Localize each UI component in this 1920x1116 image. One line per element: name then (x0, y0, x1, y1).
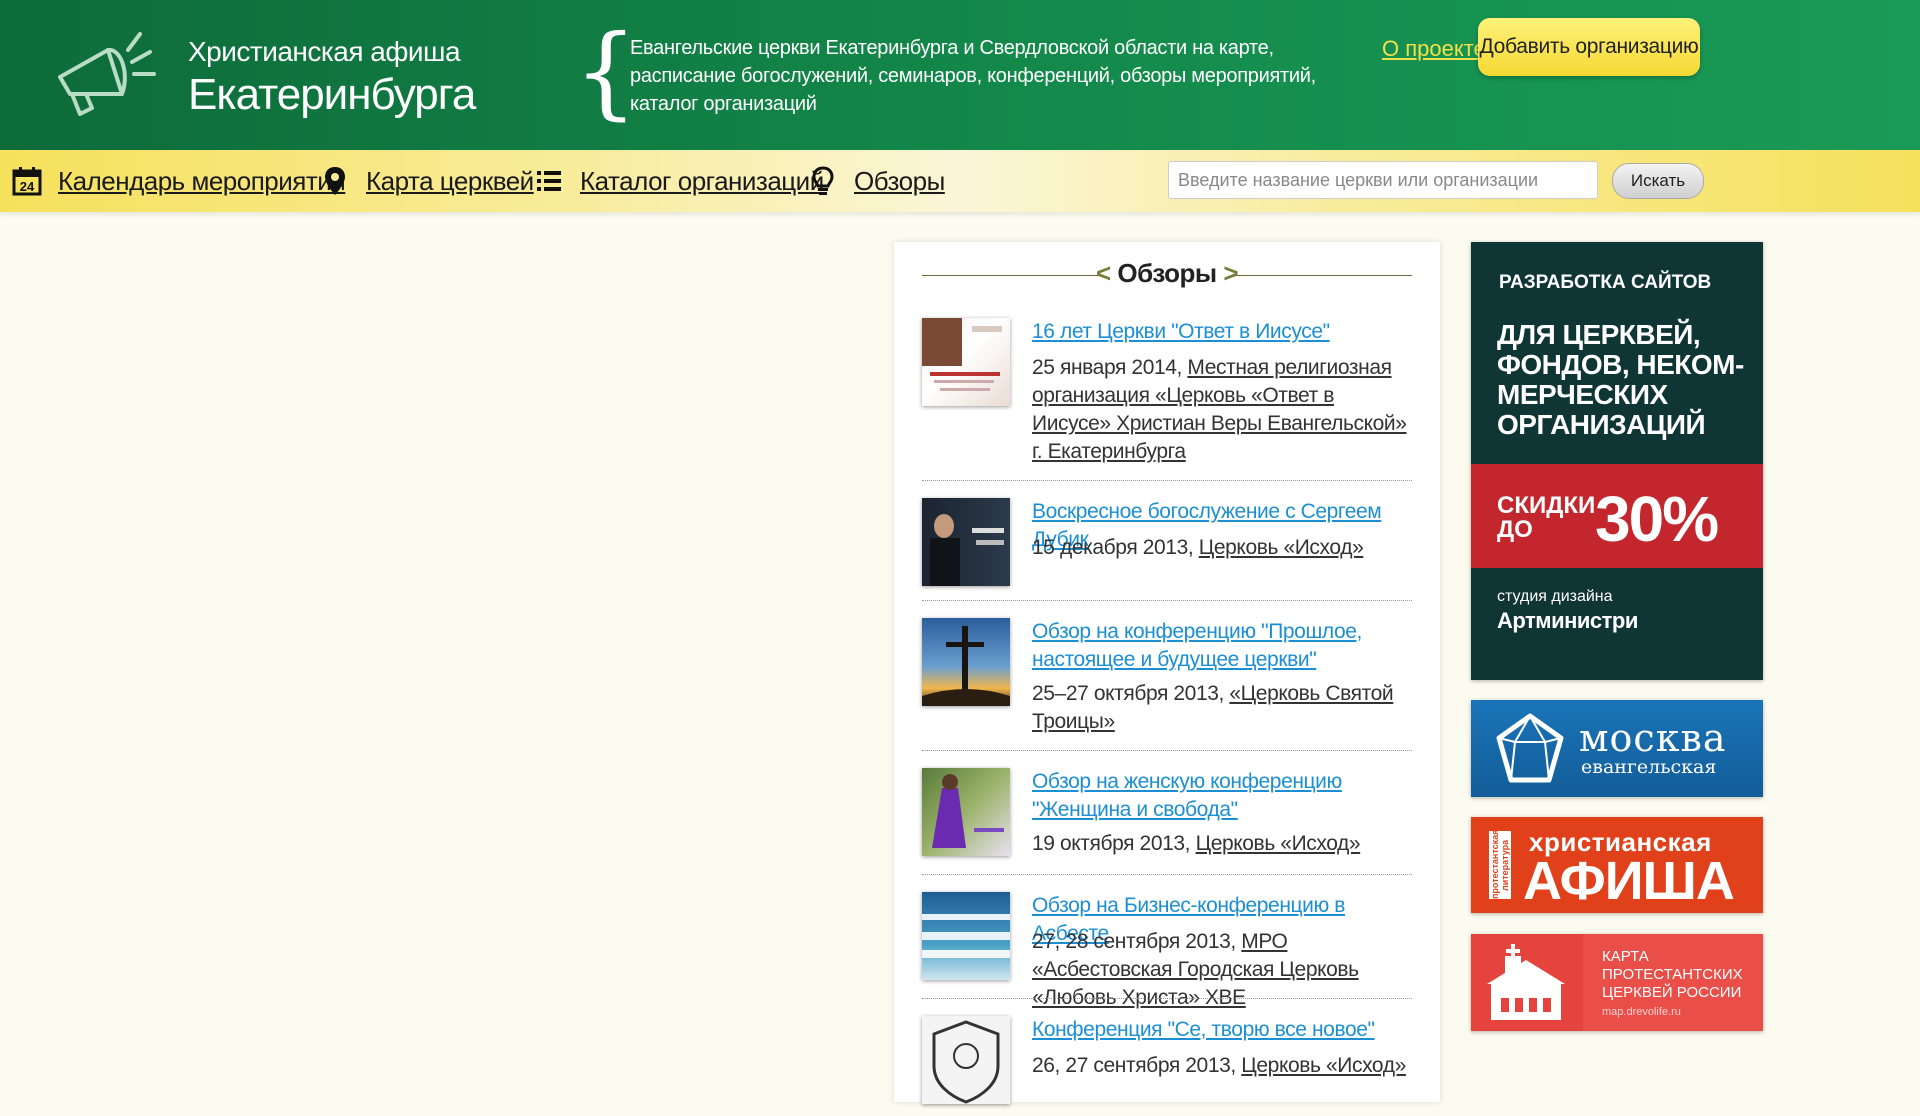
review-title-link[interactable]: Конференция "Се, творю все новое" (1032, 1016, 1412, 1044)
reviews-heading-text: Обзоры (1117, 258, 1217, 288)
review-meta: 26, 27 сентября 2013, Церковь «Исход» (1032, 1052, 1412, 1080)
calendar-icon-day: 24 (20, 179, 35, 194)
diamond-logo-icon (1496, 713, 1564, 783)
review-item: Конференция "Се, творю все новое" 26, 27… (922, 1016, 1412, 1116)
review-thumbnail[interactable] (922, 892, 1010, 980)
about-link[interactable]: О проекте (1382, 36, 1486, 62)
site-tagline: Евангельские церкви Екатеринбурга и Свер… (630, 37, 1316, 115)
chevron-right-icon: > (1223, 258, 1239, 288)
review-org-link[interactable]: Церковь «Исход» (1199, 536, 1364, 559)
moscow-evangelical-banner[interactable]: москва евангельская (1471, 700, 1763, 797)
web-development-banner[interactable]: РАЗРАБОТКА САЙТОВ ДЛЯ ЦЕРКВЕЙ, ФОНДОВ, Н… (1471, 242, 1763, 680)
discount-value: 30% (1595, 483, 1719, 555)
add-organization-button[interactable]: Добавить организацию (1478, 18, 1700, 76)
review-item: Обзор на женскую конференцию "Женщина и … (922, 768, 1412, 868)
search-input[interactable] (1168, 161, 1598, 199)
lightbulb-icon (808, 166, 838, 196)
review-item: Воскресное богослужение с Сергеем Дубик … (922, 498, 1412, 598)
brace-decoration: { (574, 13, 638, 130)
map-pin-icon (320, 166, 350, 196)
reviews-panel: < Обзоры > 16 лет Церкви "Ответ в Иисусе… (894, 242, 1440, 1104)
nav-item-label[interactable]: Обзоры (854, 166, 945, 197)
review-item: Обзор на конференцию "Прошлое, настоящее… (922, 618, 1412, 748)
logo-title[interactable]: Екатеринбурга (188, 70, 476, 120)
review-date: 25 января 2014, (1032, 356, 1182, 379)
church-icon (1487, 944, 1565, 1020)
review-date: 19 октября 2013, (1032, 832, 1191, 855)
review-title-link[interactable]: Обзор на конференцию "Прошлое, настоящее… (1032, 618, 1412, 674)
banner-line2: ДЛЯ ЦЕРКВЕЙ, ФОНДОВ, НЕКОМ-МЕРЧЕСКИХ ОРГ… (1497, 319, 1744, 440)
review-divider (922, 750, 1412, 751)
nav-item-map[interactable]: Карта церквей (320, 164, 534, 198)
review-thumbnail[interactable] (922, 618, 1010, 706)
logo-subtitle[interactable]: Христианская афиша (188, 36, 461, 68)
studio-name: Артминистри (1497, 608, 1638, 633)
map-banner-url: map.drevolife.ru (1602, 1006, 1681, 1018)
review-divider (922, 480, 1412, 481)
nav-item-catalog[interactable]: Каталог организаций (534, 164, 824, 198)
review-date: 26, 27 сентября 2013, (1032, 1054, 1236, 1077)
christian-afisha-banner[interactable]: протестантская литература христианская А… (1471, 817, 1763, 913)
review-date: 15 декабря 2013, (1032, 536, 1194, 559)
review-meta: 27, 28 сентября 2013, МРО «Асбестовская … (1032, 928, 1412, 1012)
search-button[interactable]: Искать (1612, 163, 1704, 199)
review-thumbnail[interactable] (922, 498, 1010, 586)
megaphone-icon[interactable] (50, 22, 170, 122)
review-item: Обзор на Бизнес-конференцию в Асбесте 27… (922, 892, 1412, 1009)
map-banner-text: КАРТА ПРОТЕСТАНТСКИХ ЦЕРКВЕЙ РОССИИ (1602, 948, 1743, 1001)
review-date: 25–27 октября 2013, (1032, 682, 1224, 705)
review-org-link[interactable]: Церковь «Исход» (1196, 832, 1361, 855)
nav-item-label[interactable]: Каталог организаций (580, 166, 824, 197)
discount-block: СКИДКИ ДО 30% (1471, 464, 1763, 568)
review-divider (922, 600, 1412, 601)
review-org-link[interactable]: Церковь «Исход» (1241, 1054, 1406, 1077)
chevron-left-icon: < (1095, 258, 1111, 288)
review-thumbnail[interactable] (922, 318, 1010, 406)
studio-label: студия дизайна (1497, 588, 1613, 605)
review-meta: 19 октября 2013, Церковь «Исход» (1032, 830, 1412, 858)
afisha-line2: АФИША (1523, 851, 1735, 911)
list-icon (534, 166, 564, 196)
banner-line1: РАЗРАБОТКА САЙТОВ (1499, 272, 1712, 293)
church-icon-box (1471, 934, 1583, 1031)
moscow-name: москва (1579, 716, 1727, 760)
discount-prefix: СКИДКИ ДО (1497, 492, 1596, 543)
moscow-sub: евангельская (1581, 756, 1717, 778)
review-meta: 25–27 октября 2013, «Церковь Святой Трои… (1032, 680, 1412, 736)
review-item: 16 лет Церкви "Ответ в Иисусе" 25 января… (922, 318, 1412, 468)
vertical-text: протестантская литература (1490, 829, 1510, 899)
reviews-heading-wrap: < Обзоры > (922, 258, 1412, 294)
review-thumbnail[interactable] (922, 768, 1010, 856)
review-title-link[interactable]: Обзор на женскую конференцию "Женщина и … (1032, 768, 1412, 824)
review-meta: 25 января 2014, Местная религиозная орга… (1032, 354, 1412, 466)
reviews-heading: < Обзоры > (922, 258, 1412, 289)
nav-item-calendar[interactable]: 24 Календарь мероприятий (12, 164, 346, 198)
review-meta: 15 декабря 2013, Церковь «Исход» (1032, 534, 1412, 562)
nav-item-label[interactable]: Календарь мероприятий (58, 166, 346, 197)
review-date: 27, 28 сентября 2013, (1032, 930, 1236, 953)
site-header: Христианская афиша Екатеринбурга { Еванг… (0, 0, 1920, 150)
nav-item-reviews[interactable]: Обзоры (808, 164, 945, 198)
review-divider (922, 998, 1412, 999)
nav-item-label[interactable]: Карта церквей (366, 166, 534, 197)
protestant-churches-map-banner[interactable]: КАРТА ПРОТЕСТАНТСКИХ ЦЕРКВЕЙ РОССИИ map.… (1471, 934, 1763, 1031)
review-title-link[interactable]: 16 лет Церкви "Ответ в Иисусе" (1032, 318, 1412, 346)
review-divider (922, 874, 1412, 875)
calendar-icon: 24 (12, 166, 42, 196)
review-thumbnail[interactable] (922, 1016, 1010, 1104)
